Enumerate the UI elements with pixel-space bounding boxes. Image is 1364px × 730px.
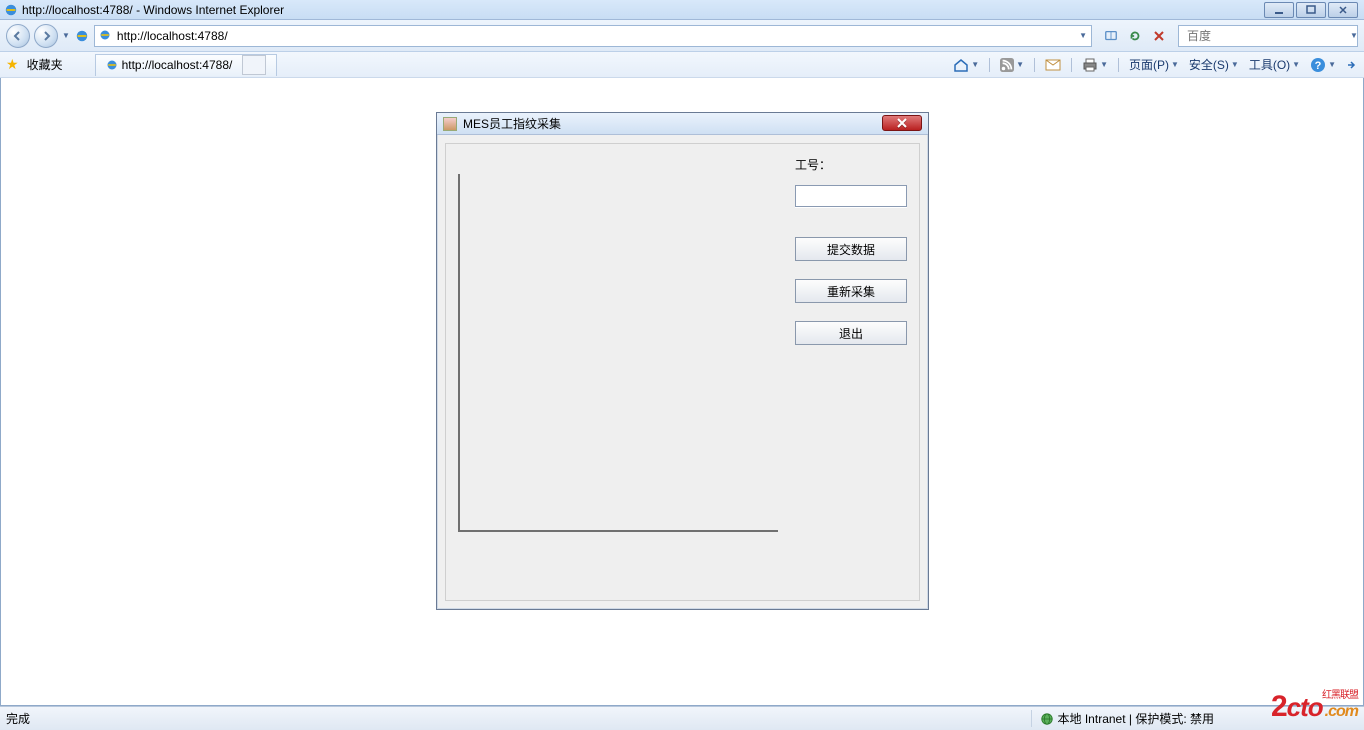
tab-title: http://localhost:4788/	[122, 58, 233, 72]
back-button[interactable]	[6, 24, 30, 48]
fingerprint-dialog: MES员工指纹采集 工号： 提交数据 重新采集 退出	[436, 112, 929, 610]
maximize-button[interactable]	[1296, 2, 1326, 18]
watermark-cto: cto	[1287, 692, 1323, 723]
globe-icon	[1040, 712, 1054, 726]
refresh-icon[interactable]	[1124, 26, 1146, 46]
ie-icon	[4, 3, 18, 17]
address-input[interactable]	[117, 29, 1079, 43]
dialog-body: 工号： 提交数据 重新采集 退出	[445, 143, 920, 601]
dialog-title: MES员工指纹采集	[463, 115, 561, 132]
page-menu[interactable]: 页面(P) ▼	[1127, 56, 1181, 73]
mail-icon[interactable]	[1043, 59, 1063, 71]
submit-button[interactable]: 提交数据	[795, 237, 907, 261]
page-icon	[99, 29, 113, 43]
home-icon[interactable]: ▼	[951, 57, 981, 73]
worker-id-label: 工号：	[795, 156, 907, 173]
browser-tab[interactable]: http://localhost:4788/	[95, 54, 278, 76]
window-title: http://localhost:4788/ - Windows Interne…	[22, 3, 284, 17]
feeds-icon[interactable]: ▼	[998, 58, 1026, 72]
close-button[interactable]	[1328, 2, 1358, 18]
ie-small-icon	[74, 28, 90, 44]
command-bar: ▼ ▼ ▼ 页面(P) ▼ 安全(S) ▼ 工具(O) ▼ ?▼	[951, 56, 1358, 73]
zone-text: 本地 Intranet | 保护模式: 禁用	[1058, 710, 1214, 727]
dialog-side-panel: 工号： 提交数据 重新采集 退出	[795, 156, 907, 345]
watermark-two: 2	[1271, 690, 1287, 724]
expand-icon[interactable]	[1344, 60, 1358, 70]
tab-page-icon	[106, 59, 118, 71]
dialog-close-button[interactable]	[882, 115, 922, 131]
status-bar: 完成 本地 Intranet | 保护模式: 禁用	[0, 706, 1364, 730]
search-input[interactable]	[1187, 29, 1342, 43]
recollect-button[interactable]: 重新采集	[795, 279, 907, 303]
favorites-bar: ★ 收藏夹 http://localhost:4788/ ▼ ▼ ▼ 页面(P)…	[0, 52, 1364, 78]
favorites-star-icon[interactable]: ★	[6, 56, 19, 73]
nav-history-dropdown[interactable]: ▼	[62, 31, 70, 40]
form-icon	[443, 117, 457, 131]
tools-menu[interactable]: 工具(O) ▼	[1247, 56, 1302, 73]
watermark-cn: 红黑联盟	[1322, 686, 1358, 701]
search-provider-dropdown[interactable]: ▼	[1350, 31, 1358, 40]
favorites-label[interactable]: 收藏夹	[27, 56, 63, 73]
minimize-button[interactable]	[1264, 2, 1294, 18]
address-dropdown[interactable]: ▼	[1079, 31, 1087, 40]
svg-text:?: ?	[1315, 60, 1322, 72]
forward-button[interactable]	[34, 24, 58, 48]
window-titlebar: http://localhost:4788/ - Windows Interne…	[0, 0, 1364, 20]
security-zone[interactable]: 本地 Intranet | 保护模式: 禁用	[1031, 710, 1222, 727]
stop-icon[interactable]	[1148, 26, 1170, 46]
status-text: 完成	[6, 710, 30, 727]
page-content: MES员工指纹采集 工号： 提交数据 重新采集 退出	[0, 78, 1364, 706]
nav-bar: ▼ ▼ ▼	[0, 20, 1364, 52]
search-box[interactable]: ▼	[1178, 25, 1358, 47]
worker-id-input[interactable]	[795, 185, 907, 207]
new-tab-button[interactable]	[242, 55, 266, 75]
dialog-titlebar: MES员工指纹采集	[437, 113, 928, 135]
help-icon[interactable]: ?▼	[1308, 57, 1338, 73]
address-bar[interactable]: ▼	[94, 25, 1092, 47]
fingerprint-preview	[458, 174, 778, 532]
exit-button[interactable]: 退出	[795, 321, 907, 345]
compat-view-icon[interactable]	[1100, 26, 1122, 46]
watermark-com: .com	[1325, 703, 1358, 721]
print-icon[interactable]: ▼	[1080, 58, 1110, 72]
safety-menu[interactable]: 安全(S) ▼	[1187, 56, 1241, 73]
watermark: 红黑联盟 2cto.com	[1271, 690, 1358, 724]
